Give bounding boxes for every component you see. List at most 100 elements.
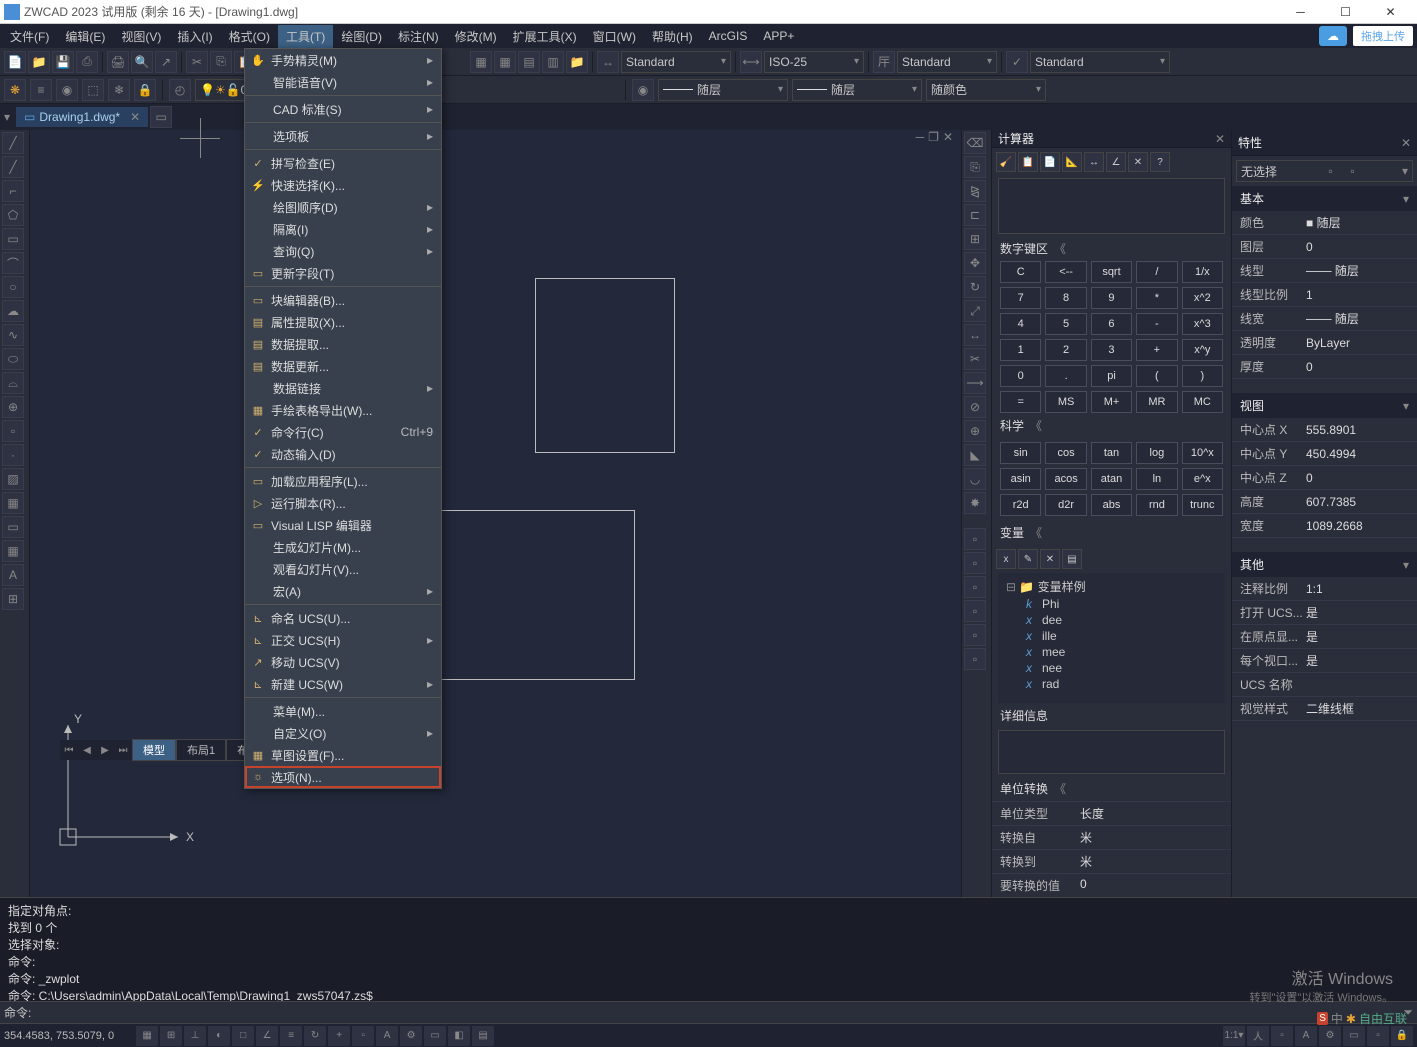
erase-icon[interactable]: ⌫ — [964, 132, 986, 154]
selection-combo[interactable]: 无选择 ▫▫ — [1236, 160, 1413, 182]
calc-key[interactable]: sqrt — [1091, 261, 1132, 283]
menu-10[interactable]: 窗口(W) — [585, 25, 644, 48]
ellarc-icon[interactable]: ⌓ — [2, 372, 24, 394]
mdi-restore-icon[interactable]: ❐ — [928, 130, 939, 144]
mod5-icon[interactable]: ▫ — [964, 624, 986, 646]
calc-key[interactable]: 6 — [1091, 313, 1132, 335]
prop-row[interactable]: 透明度ByLayer — [1232, 331, 1417, 355]
calc-key[interactable]: M+ — [1091, 391, 1132, 413]
var-tb2[interactable]: ✎ — [1018, 549, 1038, 569]
tab-chevron-icon[interactable]: ▾ — [4, 110, 10, 124]
style-combo-2[interactable]: Standard — [897, 51, 997, 73]
spline-icon[interactable]: ∿ — [2, 324, 24, 346]
menu-3[interactable]: 插入(I) — [169, 25, 220, 48]
print-icon[interactable]: 🖨 — [107, 51, 129, 73]
var-item[interactable]: xmee — [1006, 644, 1217, 660]
basic-section-header[interactable]: 基本 — [1232, 186, 1417, 211]
dropdown-item[interactable]: ▭更新字段(T) — [245, 262, 441, 284]
layerstate-icon[interactable]: ≡ — [30, 79, 52, 101]
var-tree[interactable]: ⊟ 📁 变量样例 kPhixdeexillexmeexneexrad — [998, 573, 1225, 703]
ann-icon[interactable]: A — [376, 1026, 398, 1046]
arc-icon[interactable]: ⌒ — [2, 252, 24, 274]
dropdown-item[interactable]: CAD 标准(S) — [245, 98, 441, 120]
menu-0[interactable]: 文件(F) — [2, 25, 57, 48]
osnap-icon[interactable]: □ — [232, 1026, 254, 1046]
prop-row[interactable]: 打开 UCS...是 — [1232, 601, 1417, 625]
mod3-icon[interactable]: ▫ — [964, 576, 986, 598]
calc-tb3[interactable]: 📄 — [1040, 152, 1060, 172]
prop-row[interactable]: 每个视口...是 — [1232, 649, 1417, 673]
explode-icon[interactable]: ✸ — [964, 492, 986, 514]
calc-tb4[interactable]: 📐 — [1062, 152, 1082, 172]
dropdown-item[interactable]: 宏(A) — [245, 580, 441, 602]
mdi-close-icon[interactable]: ✕ — [943, 130, 953, 144]
mdi-min-icon[interactable]: ─ — [916, 130, 925, 144]
scale-icon[interactable]: ⤢ — [964, 300, 986, 322]
prop-row[interactable]: 高度607.7385 — [1232, 490, 1417, 514]
menu-1[interactable]: 编辑(E) — [57, 25, 113, 48]
pline-icon[interactable]: ⌐ — [2, 180, 24, 202]
iso2-icon[interactable]: ◧ — [448, 1026, 470, 1046]
layerlk-icon[interactable]: 🔒 — [134, 79, 156, 101]
calc-key[interactable]: - — [1136, 313, 1177, 335]
unit-row[interactable]: 转换到米 — [992, 849, 1231, 873]
menu-8[interactable]: 修改(M) — [447, 25, 505, 48]
calc-sci-key[interactable]: 10^x — [1182, 442, 1223, 464]
unit-row[interactable]: 单位类型长度 — [992, 801, 1231, 825]
calc-sci-key[interactable]: ln — [1136, 468, 1177, 490]
cloud-icon[interactable]: ☁ — [1319, 26, 1347, 46]
prop-row[interactable]: 宽度1089.2668 — [1232, 514, 1417, 538]
ellipse-icon[interactable]: ⬭ — [2, 348, 24, 370]
copy2-icon[interactable]: ⎘ — [964, 156, 986, 178]
snap-icon[interactable]: ▦ — [136, 1026, 158, 1046]
mod1-icon[interactable]: ▫ — [964, 528, 986, 550]
ortho-icon[interactable]: ⊥ — [184, 1026, 206, 1046]
calc-tb8[interactable]: ? — [1150, 152, 1170, 172]
other-section-header[interactable]: 其他 — [1232, 552, 1417, 577]
s1-icon[interactable]: 1:1▾ — [1223, 1026, 1245, 1046]
hwa-icon[interactable]: ▭ — [424, 1026, 446, 1046]
polygon-icon[interactable]: ⬠ — [2, 204, 24, 226]
grid2-icon[interactable]: ⊞ — [2, 588, 24, 610]
menu-5[interactable]: 工具(T) — [278, 25, 333, 48]
dropdown-item[interactable]: ▤数据提取... — [245, 333, 441, 355]
dropdown-item[interactable]: 智能语音(V) — [245, 71, 441, 93]
s8-icon[interactable]: 🔒 — [1391, 1026, 1413, 1046]
calc-tb6[interactable]: ∠ — [1106, 152, 1126, 172]
otrack-icon[interactable]: ∠ — [256, 1026, 278, 1046]
command-input[interactable] — [39, 1006, 1404, 1020]
layerfr-icon[interactable]: ❄ — [108, 79, 130, 101]
tab-first-icon[interactable]: ⏮ — [60, 740, 78, 760]
tab-last-icon[interactable]: ⏭ — [114, 740, 132, 760]
layerwlk-icon[interactable]: ◴ — [169, 79, 191, 101]
folder2-icon[interactable]: 📁 — [566, 51, 588, 73]
calc-sci-key[interactable]: atan — [1091, 468, 1132, 490]
prop-row[interactable]: 视觉样式二维线框 — [1232, 697, 1417, 721]
calc-sci-key[interactable]: trunc — [1182, 494, 1223, 516]
tab-layout1[interactable]: 布局1 — [176, 739, 226, 761]
menu-7[interactable]: 标注(N) — [390, 25, 447, 48]
s3-icon[interactable]: ▫ — [1271, 1026, 1293, 1046]
menu-2[interactable]: 视图(V) — [113, 25, 169, 48]
array-icon[interactable]: ⊞ — [964, 228, 986, 250]
style-combo-1[interactable]: Standard — [621, 51, 731, 73]
fillet-icon[interactable]: ◡ — [964, 468, 986, 490]
mod6-icon[interactable]: ▫ — [964, 648, 986, 670]
dropdown-item[interactable]: ⊾新建 UCS(W) — [245, 673, 441, 695]
new-icon[interactable]: 📄 — [4, 51, 26, 73]
bycolor-combo[interactable]: 随颜色 — [926, 79, 1046, 101]
mirror-icon[interactable]: ⧎ — [964, 180, 986, 202]
dropdown-item[interactable]: 数据链接 — [245, 377, 441, 399]
lw-icon[interactable]: ≡ — [280, 1026, 302, 1046]
calc-sci-key[interactable]: cos — [1045, 442, 1086, 464]
calc-key[interactable]: 4 — [1000, 313, 1041, 335]
layermgr-icon[interactable]: ❋ — [4, 79, 26, 101]
hatch-icon[interactable]: ▨ — [2, 468, 24, 490]
menu-12[interactable]: ArcGIS — [701, 26, 756, 46]
unit-row[interactable]: 要转换的值0 — [992, 873, 1231, 897]
lineweight-combo[interactable]: 随层 — [792, 79, 922, 101]
menu-13[interactable]: APP+ — [755, 26, 802, 46]
pik1-icon[interactable]: ▫ — [1321, 162, 1339, 180]
dropdown-item[interactable]: ✓动态输入(D) — [245, 443, 441, 465]
calc-key[interactable]: 1/x — [1182, 261, 1223, 283]
